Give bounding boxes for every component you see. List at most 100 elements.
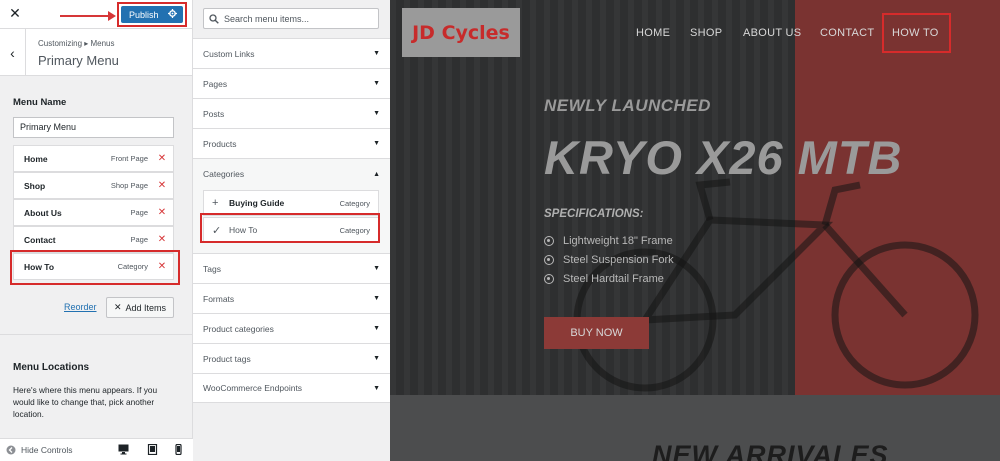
customizer-panel: ✕ Publish ‹ Customizing ▸ Menus Primary … [0, 0, 193, 461]
menu-item-kind: Page [130, 208, 148, 217]
section-products[interactable]: Products ▼ [193, 128, 390, 158]
section-woocommerce-endpoints[interactable]: WooCommerce Endpoints ▼ [193, 373, 390, 403]
caret-up-icon: ▲ [373, 170, 380, 178]
hide-controls-button[interactable]: Hide Controls [6, 445, 73, 455]
spec-item: Lightweight 18" Frame [544, 235, 673, 247]
section-label: Formats [203, 293, 235, 304]
target-icon [544, 274, 554, 284]
desktop-preview-icon[interactable] [118, 444, 129, 455]
nav-contact[interactable]: CONTACT [820, 27, 874, 39]
specifications-title: SPECIFICATIONS: [544, 208, 644, 220]
menu-name-input[interactable]: Primary Menu [13, 117, 174, 138]
hero-eyebrow: NEWLY LAUNCHED [544, 96, 711, 115]
page-title: Primary Menu [38, 53, 119, 68]
section-pages[interactable]: Pages ▼ [193, 68, 390, 98]
section-label: Product tags [203, 353, 251, 364]
customizer-footer: Hide Controls [0, 438, 193, 461]
section-label: Tags [203, 263, 221, 274]
menu-item-title: About Us [24, 207, 62, 218]
remove-icon[interactable]: ✕ [156, 153, 168, 164]
remove-icon[interactable]: ✕ [156, 207, 168, 218]
menu-item-title: Home [24, 153, 48, 164]
menu-item-kind: Front Page [110, 154, 148, 163]
hide-controls-label: Hide Controls [21, 445, 73, 455]
back-chevron-icon[interactable]: ‹ [0, 29, 26, 76]
annotation-arrow-head [108, 11, 116, 21]
menu-locations-title: Menu Locations [13, 362, 90, 373]
menu-item-about-us[interactable]: About Us Page ✕ [13, 199, 174, 226]
menu-item-shop[interactable]: Shop Shop Page ✕ [13, 172, 174, 199]
nav-how-to-highlight [882, 13, 951, 53]
add-items-label: Add Items [125, 302, 167, 313]
divider [0, 334, 193, 335]
remove-icon[interactable]: ✕ [156, 180, 168, 191]
plus-icon: + [212, 197, 219, 209]
close-icon[interactable]: ✕ [7, 5, 23, 21]
publish-button[interactable]: Publish [121, 6, 183, 23]
search-placeholder: Search menu items... [224, 13, 310, 24]
search-icon [209, 13, 219, 24]
caret-down-icon: ▼ [373, 110, 380, 117]
section-custom-links[interactable]: Custom Links ▼ [193, 38, 390, 68]
section-formats[interactable]: Formats ▼ [193, 283, 390, 313]
caret-down-icon: ▼ [373, 50, 380, 57]
caret-down-icon: ▼ [373, 140, 380, 147]
hero-headline: KRYO X26 MTB [544, 131, 903, 184]
gear-icon[interactable] [168, 9, 177, 20]
search-input[interactable]: Search menu items... [203, 8, 379, 29]
caret-down-icon: ▼ [373, 80, 380, 87]
section-label: WooCommerce Endpoints [203, 383, 303, 393]
section-product-tags[interactable]: Product tags ▼ [193, 343, 390, 373]
menu-item-home[interactable]: Home Front Page ✕ [13, 145, 174, 172]
publish-highlight: Publish [117, 2, 187, 27]
caret-down-icon: ▼ [373, 295, 380, 302]
add-items-button[interactable]: ✕ Add Items [106, 297, 174, 318]
reorder-link[interactable]: Reorder [64, 302, 97, 312]
new-arrivals-heading: NEW ARRIVALES [652, 440, 889, 461]
section-categories[interactable]: Categories ▲ [193, 159, 390, 189]
section-label: Custom Links [203, 48, 255, 59]
category-kind: Category [339, 198, 370, 208]
caret-down-icon: ▼ [373, 355, 380, 362]
target-icon [544, 236, 554, 246]
caret-down-icon: ▼ [373, 384, 380, 392]
tablet-preview-icon[interactable] [147, 444, 158, 455]
section-product-categories[interactable]: Product categories ▼ [193, 313, 390, 343]
menu-item-kind: Page [130, 235, 148, 244]
menu-name-label: Menu Name [13, 97, 67, 108]
spec-item: Steel Hardtail Frame [544, 273, 664, 285]
nav-shop[interactable]: SHOP [690, 27, 722, 39]
site-logo[interactable]: JD Cycles [402, 8, 520, 57]
mobile-preview-icon[interactable] [173, 444, 184, 455]
target-icon [544, 255, 554, 265]
section-posts[interactable]: Posts ▼ [193, 98, 390, 128]
nav-about-us[interactable]: ABOUT US [743, 27, 801, 39]
site-logo-text: JD Cycles [412, 21, 510, 44]
spec-item: Steel Suspension Fork [544, 254, 674, 266]
section-label: Posts [203, 108, 225, 119]
menu-item-title: Contact [24, 234, 56, 245]
menu-item-title: Shop [24, 180, 46, 191]
nav-home[interactable]: HOME [636, 27, 670, 39]
remove-icon[interactable]: ✕ [156, 234, 168, 245]
spec-text: Steel Hardtail Frame [563, 273, 664, 285]
menu-locations-description: Here's where this menu appears. If you w… [13, 385, 158, 419]
annotation-arrow [60, 15, 110, 17]
collapse-icon [6, 445, 16, 455]
section-tags[interactable]: Tags ▼ [193, 253, 390, 283]
section-label: Product categories [203, 323, 274, 334]
site-preview: JD Cycles HOME SHOP ABOUT US CONTACT HOW… [390, 0, 1000, 461]
spec-text: Steel Suspension Fork [563, 254, 674, 266]
panel-header: ‹ Customizing ▸ Menus Primary Menu [0, 29, 192, 76]
how-to-category-highlight [200, 213, 380, 243]
menu-item-contact[interactable]: Contact Page ✕ [13, 226, 174, 253]
buy-now-button[interactable]: BUY NOW [544, 317, 649, 349]
category-title: Buying Guide [229, 198, 285, 208]
breadcrumb: Customizing ▸ Menus [38, 39, 115, 48]
caret-down-icon: ▼ [373, 265, 380, 272]
customizer-topbar: ✕ Publish [0, 0, 192, 29]
close-icon: ✕ [113, 302, 122, 312]
caret-down-icon: ▼ [373, 325, 380, 332]
publish-label: Publish [129, 9, 159, 20]
section-label: Products [203, 138, 237, 149]
